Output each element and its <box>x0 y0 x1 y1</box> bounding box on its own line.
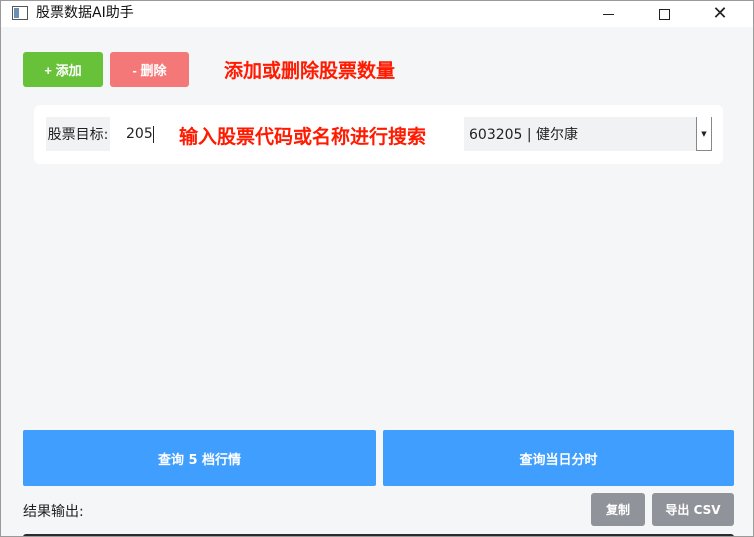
text-caret <box>153 126 154 143</box>
export-csv-button[interactable]: 导出 CSV <box>652 493 734 526</box>
add-stock-button[interactable]: + 添加 <box>23 52 103 87</box>
stock-select-value: 603205 | 健尔康 <box>469 127 579 143</box>
close-icon: ✕ <box>712 3 728 24</box>
stock-select-dropdown[interactable]: 603205 | 健尔康 ▼ <box>464 117 712 151</box>
maximize-icon <box>658 8 670 20</box>
minimize-icon <box>602 13 614 15</box>
stock-target-label: 股票目标: <box>46 117 110 151</box>
app-icon <box>12 6 28 20</box>
query-intraday-button[interactable]: 查询当日分时 <box>383 430 734 486</box>
dropdown-arrow-button[interactable]: ▼ <box>696 117 712 151</box>
annotation-search: 输入股票代码或名称进行搜索 <box>179 126 427 148</box>
close-button[interactable]: ✕ <box>697 1 743 27</box>
maximize-button[interactable] <box>641 1 687 27</box>
window-title: 股票数据AI助手 <box>36 5 134 21</box>
annotation-add-delete: 添加或删除股票数量 <box>224 60 396 82</box>
chevron-down-icon: ▼ <box>701 129 707 138</box>
delete-stock-button[interactable]: - 删除 <box>110 52 189 87</box>
minimize-button[interactable] <box>585 1 631 27</box>
query-5-level-button[interactable]: 查询 5 档行情 <box>23 430 376 486</box>
result-output-label: 结果输出: <box>23 504 84 520</box>
copy-button[interactable]: 复制 <box>591 493 645 526</box>
title-bar[interactable]: 股票数据AI助手 ✕ <box>1 1 753 27</box>
app-window: 股票数据AI助手 ✕ + 添加 - 删除 添加或删除股票数量 股票目标: 603… <box>0 0 754 537</box>
